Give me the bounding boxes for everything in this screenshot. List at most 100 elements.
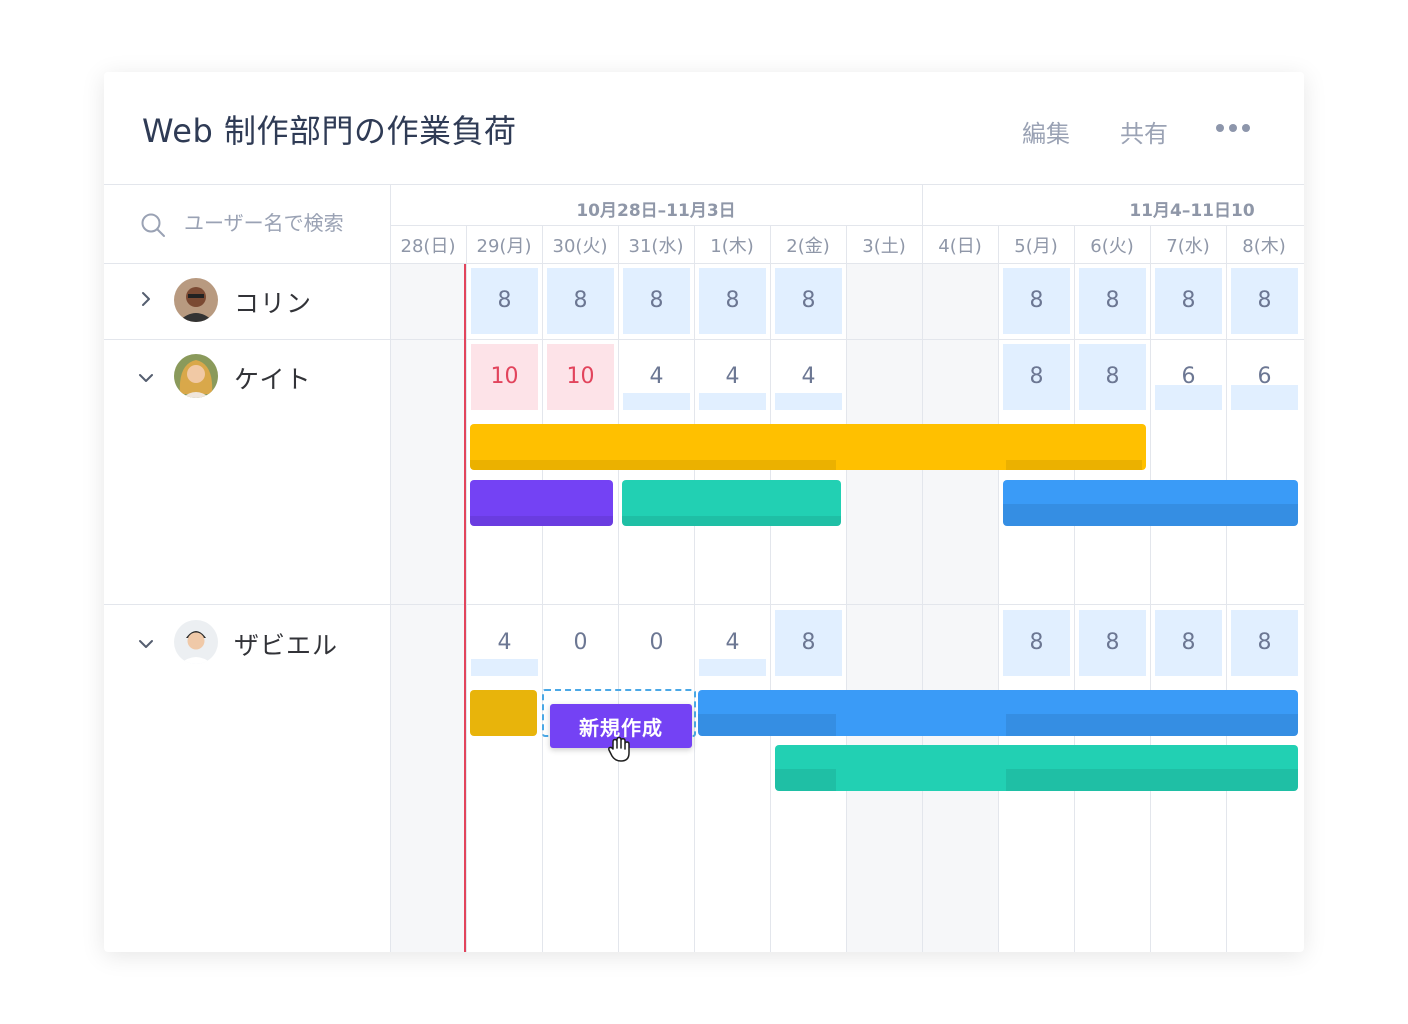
column-divider (846, 225, 847, 952)
user-row-xavier[interactable]: ザビエル (104, 620, 390, 664)
task-bar[interactable] (470, 424, 1146, 470)
hours-value: 0 (573, 630, 588, 655)
workload-cell[interactable]: 8 (1079, 268, 1146, 334)
workload-cell[interactable]: 8 (1079, 344, 1146, 410)
hours-value: 8 (1105, 364, 1120, 389)
hours-value: 4 (725, 630, 740, 655)
divider (104, 263, 1304, 264)
divider (104, 339, 1304, 340)
search-input[interactable] (184, 208, 374, 238)
workload-cell[interactable]: 8 (775, 610, 842, 676)
task-bar[interactable] (622, 480, 841, 526)
hours-value: 10 (566, 364, 595, 389)
edit-button[interactable]: 編集 (1022, 114, 1070, 149)
day-label: 31(水) (628, 236, 684, 257)
workload-cell[interactable]: 8 (699, 268, 766, 334)
hours-value: 6 (1181, 364, 1196, 389)
column-divider (998, 225, 999, 952)
weekend-column (846, 264, 922, 952)
capacity-fill (699, 659, 766, 676)
hours-value: 10 (490, 364, 519, 389)
workload-cell[interactable]: 8 (1003, 344, 1070, 410)
hours-value: 8 (649, 288, 664, 313)
workload-cell[interactable]: 8 (1003, 268, 1070, 334)
hours-value: 8 (801, 288, 816, 313)
capacity-fill (699, 393, 766, 410)
hours-value: 4 (497, 630, 512, 655)
workload-cell[interactable]: 6 (1155, 344, 1222, 410)
workload-cell[interactable]: 8 (547, 268, 614, 334)
day-label: 4(日) (938, 236, 982, 257)
task-bar[interactable] (470, 690, 537, 736)
column-divider (922, 184, 923, 952)
day-label: 28(日) (400, 236, 456, 257)
workload-cell[interactable]: 4 (699, 610, 766, 676)
task-bar-shade (1006, 714, 1298, 736)
task-bar-shade (622, 516, 841, 526)
column-divider (1074, 225, 1075, 952)
today-marker (464, 264, 466, 952)
task-bar-shade (470, 460, 836, 470)
workload-cell[interactable]: 8 (1003, 610, 1070, 676)
hours-value: 4 (649, 364, 664, 389)
capacity-fill (623, 393, 690, 410)
task-bar[interactable] (470, 480, 613, 526)
task-bar-shade (775, 769, 836, 791)
workload-cell[interactable]: 8 (1231, 268, 1298, 334)
workload-cell[interactable]: 8 (1155, 268, 1222, 334)
workload-cell[interactable]: 4 (775, 344, 842, 410)
task-bar[interactable] (698, 690, 1298, 736)
chevron-down-icon[interactable] (136, 368, 156, 388)
share-button[interactable]: 共有 (1120, 114, 1168, 149)
column-divider (1226, 225, 1227, 952)
workload-cell[interactable]: 8 (623, 268, 690, 334)
workload-cell[interactable]: 10 (547, 344, 614, 410)
workload-cell[interactable]: 8 (1155, 610, 1222, 676)
task-bar[interactable] (775, 745, 1298, 791)
task-bar-shade (1006, 769, 1298, 791)
workload-cell[interactable]: 8 (471, 268, 538, 334)
day-label: 2(金) (786, 236, 830, 257)
weekend-column (390, 264, 466, 952)
workload-cell[interactable]: 10 (471, 344, 538, 410)
column-divider (1150, 225, 1151, 952)
hours-value: 8 (1029, 288, 1044, 313)
workload-cell[interactable]: 0 (623, 610, 690, 676)
day-label: 1(木) (710, 236, 754, 257)
hand-cursor-icon (608, 736, 630, 762)
day-label: 30(火) (552, 236, 608, 257)
weekend-column (922, 264, 998, 952)
chevron-right-icon[interactable] (136, 289, 156, 309)
workload-cell[interactable]: 8 (775, 268, 842, 334)
user-row-kate[interactable]: ケイト (104, 354, 390, 398)
workload-cell[interactable]: 4 (623, 344, 690, 410)
divider (390, 225, 1304, 226)
workload-cell[interactable]: 8 (1079, 610, 1146, 676)
hours-value: 4 (725, 364, 740, 389)
user-name: ケイト (234, 365, 312, 394)
chevron-down-icon[interactable] (136, 634, 156, 654)
workload-cell[interactable]: 4 (471, 610, 538, 676)
more-dots-icon[interactable] (1216, 124, 1250, 132)
day-label: 7(水) (1166, 236, 1210, 257)
hours-value: 8 (1029, 630, 1044, 655)
user-row-colin[interactable]: コリン (104, 278, 390, 322)
hours-value: 8 (1029, 364, 1044, 389)
workload-cell[interactable]: 6 (1231, 344, 1298, 410)
day-label: 6(火) (1090, 236, 1134, 257)
task-bar-shade (698, 714, 836, 736)
column-divider (770, 225, 771, 952)
task-bar-shade (1003, 504, 1298, 526)
workload-cell[interactable]: 8 (1231, 610, 1298, 676)
capacity-fill (775, 393, 842, 410)
column-divider (466, 225, 467, 952)
avatar (174, 354, 218, 398)
workload-cell[interactable]: 0 (547, 610, 614, 676)
week-label: 10月28日–11月3日 (576, 201, 736, 221)
capacity-fill (471, 659, 538, 676)
hours-value: 8 (801, 630, 816, 655)
divider (104, 184, 1304, 185)
task-bar[interactable] (1003, 480, 1298, 526)
divider (104, 604, 1304, 605)
workload-cell[interactable]: 4 (699, 344, 766, 410)
